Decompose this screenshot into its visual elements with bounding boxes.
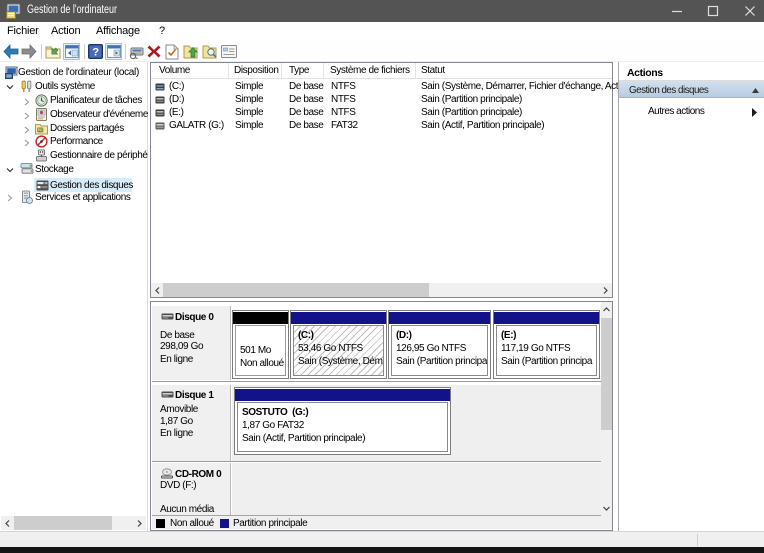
svg-text:?: ? <box>92 47 99 59</box>
